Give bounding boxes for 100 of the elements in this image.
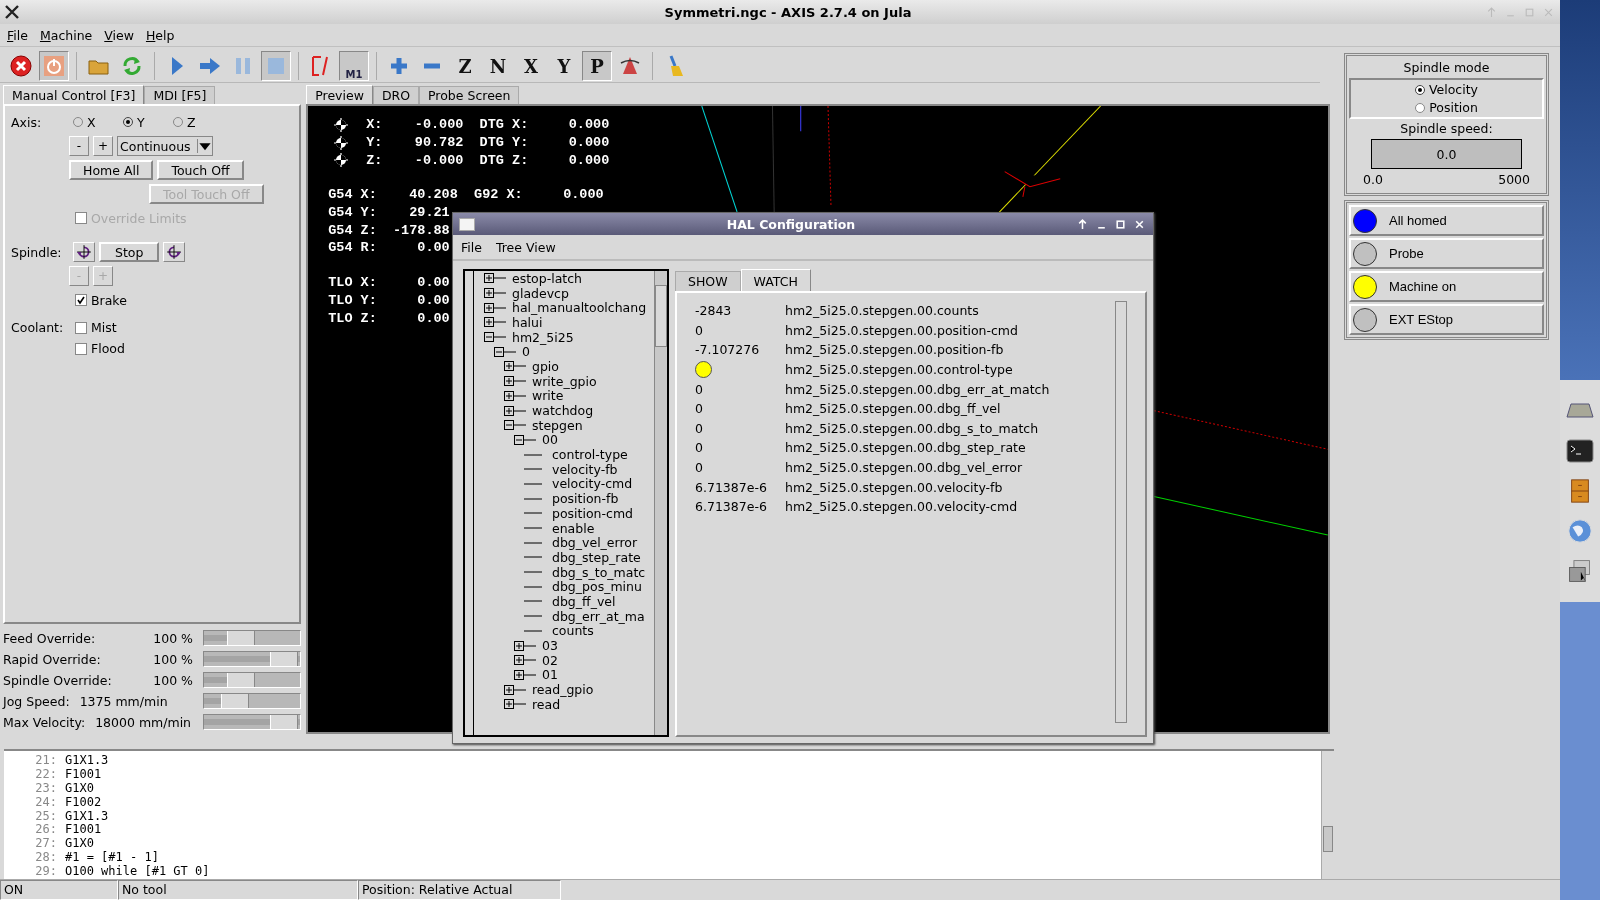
expander-icon[interactable] <box>514 669 536 680</box>
slider-thumb[interactable] <box>270 715 299 729</box>
tab[interactable]: SHOW <box>675 271 741 291</box>
tree-item[interactable]: enable <box>552 520 595 536</box>
tree-item[interactable]: halui <box>512 314 543 330</box>
view-button[interactable]: N <box>483 51 513 81</box>
tab[interactable]: Probe Screen <box>419 86 520 104</box>
tree-item[interactable]: position-fb <box>552 491 619 507</box>
menu-item[interactable]: Machine <box>39 27 93 43</box>
menu-item[interactable]: Help <box>145 27 175 43</box>
tree-item[interactable]: gladevcp <box>512 285 569 301</box>
tree-item[interactable]: dbg_pos_minu <box>552 579 642 595</box>
menu-item[interactable]: Tree View <box>495 239 556 255</box>
tree-item[interactable]: dbg_err_at_ma <box>552 608 645 624</box>
slider-track[interactable] <box>203 714 302 730</box>
menu-item[interactable]: File <box>7 27 28 43</box>
expander-icon[interactable] <box>484 288 506 299</box>
axis-radio[interactable] <box>173 117 183 127</box>
expander-icon[interactable] <box>504 361 526 372</box>
tab[interactable]: DRO <box>372 86 420 104</box>
expander-icon[interactable] <box>514 434 536 445</box>
spindle-ccw-button[interactable] <box>73 242 95 262</box>
expander-icon[interactable] <box>484 302 506 313</box>
tree-item[interactable]: hm2_5i25 <box>512 329 574 345</box>
view-button[interactable]: X <box>516 51 546 81</box>
slider-thumb[interactable] <box>227 631 256 645</box>
tree-item[interactable]: watchdog <box>532 403 594 419</box>
tree-item[interactable]: 03 <box>542 638 558 654</box>
tab[interactable]: WATCH <box>740 269 811 291</box>
spindle-mode-radio[interactable] <box>1415 102 1426 113</box>
optional-stop-button[interactable]: M1 <box>339 51 369 81</box>
tree-item[interactable]: write_gpio <box>532 373 597 389</box>
expander-icon[interactable] <box>504 699 526 710</box>
slider-thumb[interactable] <box>220 694 249 708</box>
maximize-icon[interactable] <box>1115 218 1126 230</box>
tab[interactable]: MDI [F5] <box>144 86 216 104</box>
stop-button[interactable] <box>261 51 291 81</box>
power-button[interactable] <box>39 51 69 81</box>
expander-icon[interactable] <box>484 273 506 284</box>
action-button[interactable]: Touch Off <box>157 160 244 180</box>
tree-item[interactable]: velocity-fb <box>552 461 618 477</box>
tree-item[interactable]: 01 <box>542 667 558 683</box>
tree-item[interactable]: gpio <box>532 358 559 374</box>
slider-track[interactable] <box>203 693 302 709</box>
expander-icon[interactable] <box>514 655 536 666</box>
tab[interactable]: Preview <box>306 85 373 104</box>
tree-item[interactable]: write <box>532 388 564 404</box>
scrollbar[interactable] <box>1115 301 1127 723</box>
axis-radio[interactable] <box>73 117 83 127</box>
scrollbar[interactable] <box>654 271 667 735</box>
slider-track[interactable] <box>203 651 302 667</box>
spindle-cw-button[interactable] <box>163 242 186 262</box>
tree-item[interactable]: dbg_step_rate <box>552 549 641 565</box>
tree-item[interactable]: 0 <box>522 344 530 360</box>
brake-checkbox[interactable]: Brake <box>75 292 127 308</box>
view-button[interactable]: P <box>582 51 612 81</box>
menu-item[interactable]: View <box>104 27 134 43</box>
tree-item[interactable]: dbg_vel_error <box>552 535 638 551</box>
menu-item[interactable]: File <box>461 239 482 255</box>
slider-track[interactable] <box>203 630 302 646</box>
expander-icon[interactable] <box>514 640 536 651</box>
tree-item[interactable]: 02 <box>542 652 558 668</box>
coolant-checkbox[interactable]: Mist <box>75 320 125 335</box>
expander-icon[interactable] <box>504 420 526 431</box>
tree-item[interactable]: velocity-cmd <box>552 476 633 492</box>
tab[interactable]: Manual Control [F3] <box>3 85 145 104</box>
spindle-mode-radio[interactable] <box>1414 84 1425 95</box>
scrollbar[interactable] <box>1321 751 1334 879</box>
axis-radio[interactable] <box>123 117 133 127</box>
expander-icon[interactable] <box>504 405 526 416</box>
jog-plus-button[interactable]: + <box>93 136 113 156</box>
globe-icon[interactable] <box>1565 518 1595 544</box>
slider-thumb[interactable] <box>227 673 256 687</box>
expander-icon[interactable] <box>504 390 526 401</box>
expander-icon[interactable] <box>504 376 526 387</box>
tree-item[interactable]: counts <box>552 623 594 639</box>
jog-minus-button[interactable]: - <box>69 136 89 156</box>
expander-icon[interactable] <box>484 317 506 328</box>
tree-item[interactable]: read <box>532 696 561 712</box>
tree-item[interactable]: dbg_ff_vel <box>552 593 616 609</box>
tree-item[interactable]: hal_manualtoolchang <box>512 300 647 316</box>
expander-icon[interactable] <box>484 332 506 343</box>
window-menu-icon[interactable] <box>459 217 475 231</box>
expander-icon[interactable] <box>504 684 526 695</box>
tree-item[interactable]: dbg_s_to_matc <box>552 564 646 580</box>
view-button[interactable]: Z <box>450 51 480 81</box>
action-button[interactable]: Home All <box>69 160 154 180</box>
slider-track[interactable] <box>203 672 302 688</box>
view-button[interactable]: Y <box>549 51 579 81</box>
tree-item[interactable]: control-type <box>552 447 628 463</box>
tree-item[interactable]: stepgen <box>532 417 583 433</box>
tree-item[interactable]: estop-latch <box>512 271 583 286</box>
coolant-checkbox[interactable]: Flood <box>75 341 125 356</box>
tree-item[interactable]: position-cmd <box>552 505 633 521</box>
close-icon[interactable] <box>1134 218 1145 230</box>
expander-icon[interactable] <box>494 346 516 357</box>
tree-item[interactable]: read_gpio <box>532 682 594 698</box>
jog-increment-dropdown[interactable]: Continuous <box>117 136 213 156</box>
terminal-icon[interactable] <box>1565 438 1595 464</box>
slider-thumb[interactable] <box>270 652 299 666</box>
